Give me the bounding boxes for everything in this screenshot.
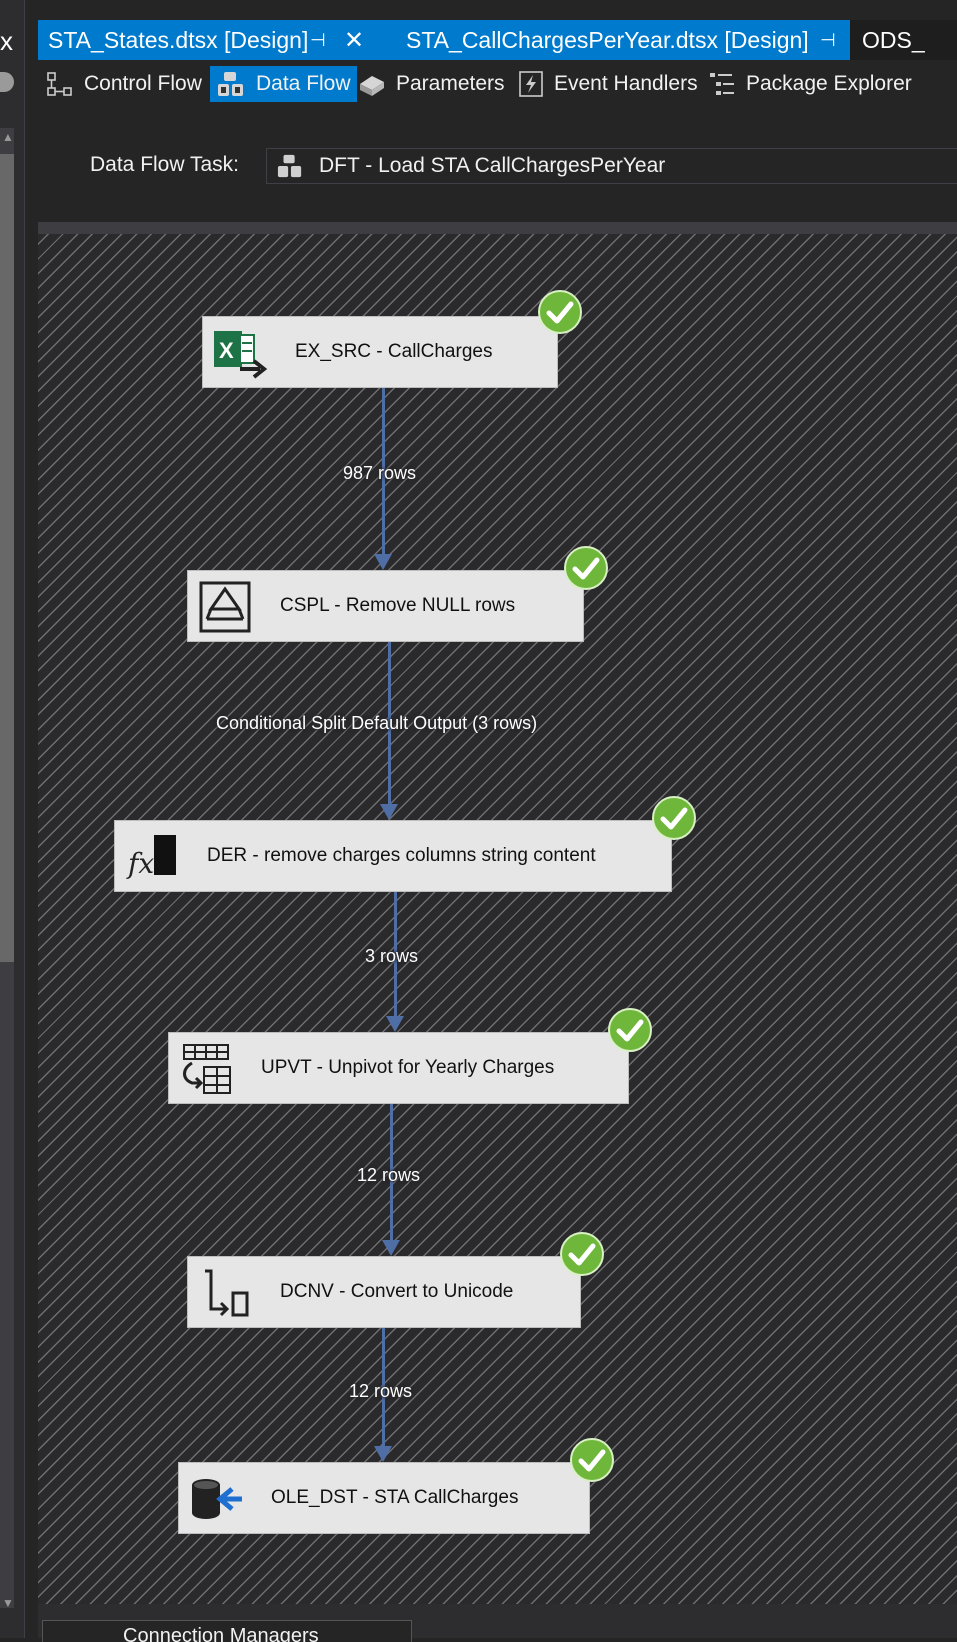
success-check-icon [560,1232,604,1276]
tab-ods[interactable]: ODS_ [850,20,957,60]
path-label[interactable]: 12 rows [357,1165,420,1186]
parameters-icon [360,76,384,96]
path-arrowhead [386,1016,404,1032]
path-arrowhead [382,1240,400,1256]
data-flow-task-value: DFT - Load STA CallChargesPerYear [319,154,666,177]
tab-label: Data Flow [256,72,351,95]
path-arrowhead [374,1446,392,1462]
success-check-icon [570,1438,614,1482]
data-flow-canvas[interactable]: 987 rows Conditional Split Default Outpu… [38,234,957,1604]
tab-sta-callchargesperyear[interactable]: STA_CallChargesPerYear.dtsx [Design] ⊣ ✕ [396,20,926,60]
pin-circle-icon[interactable] [0,72,14,92]
path-arrowhead [380,804,398,820]
bottom-tab-label: Connection Managers [123,1625,319,1642]
data-flow-task-select[interactable]: DFT - Load STA CallChargesPerYear [266,148,957,184]
tab-package-explorer[interactable]: Package Explorer [708,66,912,102]
header-divider [38,222,957,234]
left-panel-strip: x ▲ ▼ [0,0,25,1638]
data-flow-task-row: Data Flow Task: DFT - Load STA CallCharg… [38,148,957,184]
component-dcnv[interactable]: DCNV - Convert to Unicode [187,1256,581,1328]
ole-db-destination-icon [187,1471,245,1527]
bottom-panel: Connection Managers [38,1604,957,1642]
tab-control-flow[interactable]: Control Flow [46,66,202,102]
tab-label: Parameters [396,72,505,95]
control-flow-icon [47,72,72,96]
component-upvt[interactable]: UPVT - Unpivot for Yearly Charges [168,1032,629,1104]
document-tab-bar: STA_States.dtsx [Design] ⊣ ✕ STA_CallCha… [38,20,957,60]
component-label: EX_SRC - CallCharges [295,341,493,362]
component-label: UPVT - Unpivot for Yearly Charges [261,1057,555,1078]
tab-parameters[interactable]: Parameters [358,66,505,102]
designer-header: Control Flow Data Flow Parameters Event … [38,60,957,220]
success-check-icon [652,796,696,840]
tab-connection-managers[interactable]: Connection Managers [42,1620,412,1642]
tab-label: Package Explorer [746,72,912,95]
unpivot-icon [177,1041,235,1097]
component-cspl[interactable]: CSPL - Remove NULL rows [187,570,584,642]
tab-label: STA_CallChargesPerYear.dtsx [Design] [406,26,809,53]
success-check-icon [564,546,608,590]
pin-icon[interactable]: ⊣ [310,30,326,51]
event-handlers-icon [519,71,543,97]
data-flow-icon [218,72,243,96]
pin-icon[interactable]: ⊣ [820,30,836,51]
tab-event-handlers[interactable]: Event Handlers [518,66,698,102]
path-label[interactable]: 12 rows [349,1381,412,1402]
conditional-split-icon [196,579,254,635]
tab-data-flow[interactable]: Data Flow [210,66,357,102]
tab-label: STA_States.dtsx [Design] [48,26,309,53]
tab-label: Event Handlers [554,72,698,95]
excel-source-icon: X [211,325,269,381]
data-conversion-icon [196,1265,254,1321]
component-label: DCNV - Convert to Unicode [280,1281,514,1302]
component-ex-src[interactable]: X EX_SRC - CallCharges [202,316,558,388]
component-label: OLE_DST - STA CallCharges [271,1487,519,1508]
designer-tab-strip: Control Flow Data Flow Parameters Event … [38,66,957,102]
component-der[interactable]: fx DER - remove charges columns string c… [114,820,672,892]
package-explorer-icon [710,73,734,95]
component-label: DER - remove charges columns string cont… [207,845,596,866]
close-icon[interactable]: x [0,26,13,57]
component-label: CSPL - Remove NULL rows [280,595,516,616]
tab-label: Control Flow [84,72,202,95]
svg-text:fx: fx [126,847,154,880]
path-label[interactable]: Conditional Split Default Output (3 rows… [216,713,537,734]
tab-label: ODS_ [862,26,925,53]
path-arrowhead [374,554,392,570]
close-icon[interactable]: ✕ [344,26,364,55]
svg-text:X: X [219,338,234,363]
tab-sta-states[interactable]: STA_States.dtsx [Design] ⊣ ✕ [38,20,396,60]
scroll-down-icon[interactable]: ▼ [2,1596,14,1610]
path-label[interactable]: 3 rows [365,946,418,967]
component-ole-dst[interactable]: OLE_DST - STA CallCharges [178,1462,590,1534]
success-check-icon [608,1008,652,1052]
derived-column-icon: fx [123,829,181,885]
data-flow-task-icon [277,154,302,178]
data-flow-task-label: Data Flow Task: [90,153,239,176]
path-label[interactable]: 987 rows [343,463,416,484]
scroll-up-icon[interactable]: ▲ [2,130,14,144]
scrollbar-thumb[interactable] [0,154,14,962]
success-check-icon [538,290,582,334]
